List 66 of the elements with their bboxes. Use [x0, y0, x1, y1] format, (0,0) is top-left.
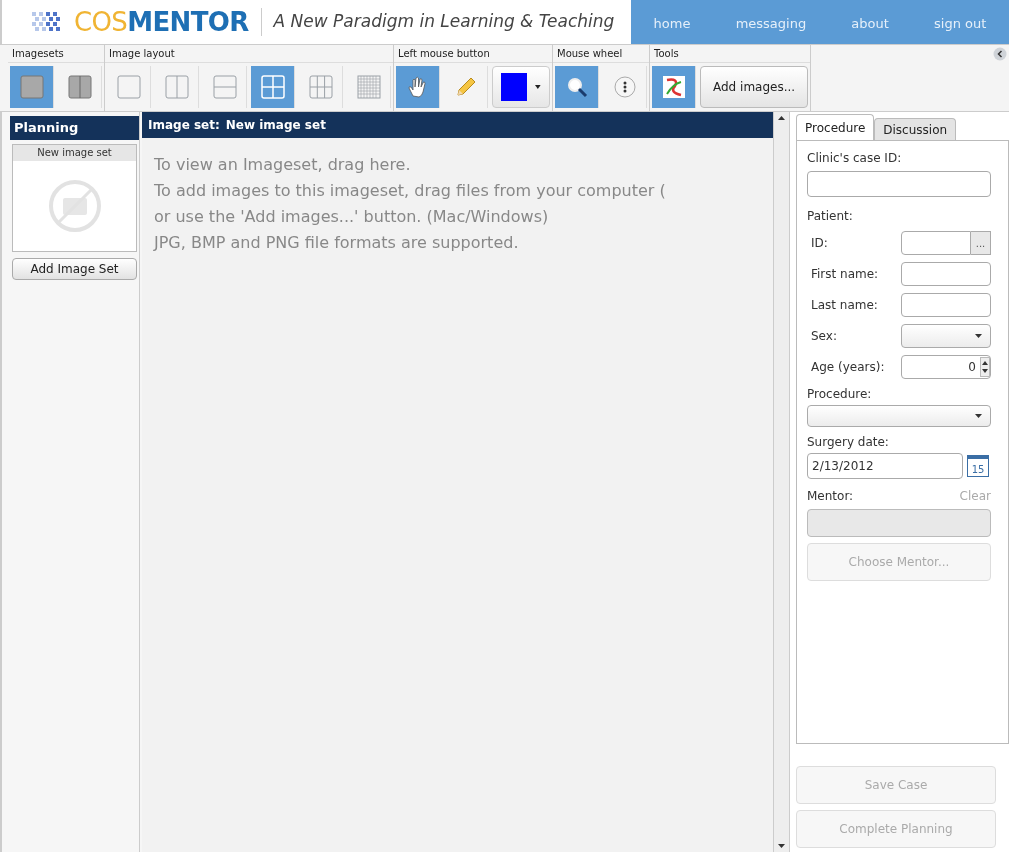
field-label: Surgery date: — [807, 434, 890, 451]
spinner-arrows-icon — [980, 357, 990, 377]
toolbar-group-label: Mouse wheel — [553, 45, 649, 63]
collapse-icon[interactable] — [993, 47, 1007, 61]
instruction-text: JPG, BMP and PNG file formats are supported. — [154, 232, 520, 254]
tab[interactable]: Discussion — [874, 118, 957, 140]
browse-button[interactable]: ... — [971, 231, 991, 255]
toolbar-button[interactable] — [10, 66, 54, 108]
input-field[interactable] — [901, 262, 991, 286]
field-label: First name: — [811, 266, 879, 283]
section-label: Patient: — [807, 208, 854, 225]
tagline: A New Paradigm in Learning & Teaching — [273, 10, 615, 34]
grid-layout-icon — [307, 74, 334, 100]
dropdown[interactable] — [901, 324, 991, 348]
panel-header: Planning — [10, 116, 139, 140]
caret-icon — [975, 334, 982, 338]
field-label: Mentor: — [807, 488, 854, 505]
caret-icon — [535, 85, 541, 89]
single-layout-icon — [115, 74, 142, 100]
add-image-set-button[interactable]: Add Image Set — [12, 258, 137, 280]
date-field[interactable]: 2/13/2012 — [807, 453, 963, 479]
add-images-button[interactable]: Add images... — [700, 66, 809, 108]
curve-tool-icon — [660, 74, 687, 100]
field-label: Last name: — [811, 297, 878, 314]
scroll-up-icon[interactable] — [778, 116, 785, 120]
field-label: Procedure: — [807, 386, 873, 403]
toolbar-button[interactable] — [652, 66, 696, 108]
toolbar-group-label: Tools — [650, 45, 811, 63]
image-set-name: New image set — [225, 117, 326, 134]
logo-text: COSMENTOR — [74, 5, 249, 39]
instruction-text: To view an Imageset, drag here. — [154, 154, 412, 176]
image-set-card[interactable]: New image set — [12, 144, 137, 252]
header-label: Image set: — [148, 117, 220, 134]
number-spinner[interactable]: 0 — [901, 355, 991, 379]
toolbar-group-label: Left mouse button — [394, 45, 552, 63]
instruction-text: or use the 'Add images...' button. (Mac/Windows) — [154, 206, 550, 228]
columns-layout-icon — [163, 74, 190, 100]
field-label: ID: — [811, 235, 828, 252]
card-title: New image set — [13, 145, 136, 161]
color-swatch — [501, 73, 528, 101]
toolbar-button[interactable] — [555, 66, 599, 108]
caret-icon — [975, 414, 982, 418]
calendar-button[interactable]: 15 — [967, 455, 989, 477]
single-pane-icon — [18, 74, 45, 100]
fine-grid-icon — [355, 74, 382, 100]
input-field[interactable] — [901, 293, 991, 317]
field-label: Clinic's case ID: — [807, 150, 903, 167]
color-picker[interactable] — [492, 66, 550, 108]
toolbar-group-label: Image layout — [105, 45, 393, 63]
field-label: Age (years): — [811, 359, 885, 376]
scroll-wheel-icon — [611, 74, 638, 100]
rows-layout-icon — [211, 74, 238, 100]
toolbar-button[interactable] — [251, 66, 295, 108]
scroll-down-icon[interactable] — [778, 844, 785, 848]
toolbar-button[interactable] — [396, 66, 440, 108]
instruction-text: To add images to this imageset, drag files from your computer ( — [154, 180, 667, 202]
scrollbar[interactable] — [774, 112, 790, 852]
tab[interactable]: Procedure — [796, 114, 875, 140]
input-field[interactable] — [807, 171, 991, 197]
toolbar-group-label: Imagesets — [8, 45, 104, 63]
no-image-icon — [46, 178, 103, 234]
dropdown[interactable] — [807, 405, 991, 427]
grid-layout-icon — [259, 74, 286, 100]
split-pane-icon — [66, 74, 93, 100]
input-field[interactable] — [901, 231, 971, 255]
field-label: Sex: — [811, 328, 837, 345]
